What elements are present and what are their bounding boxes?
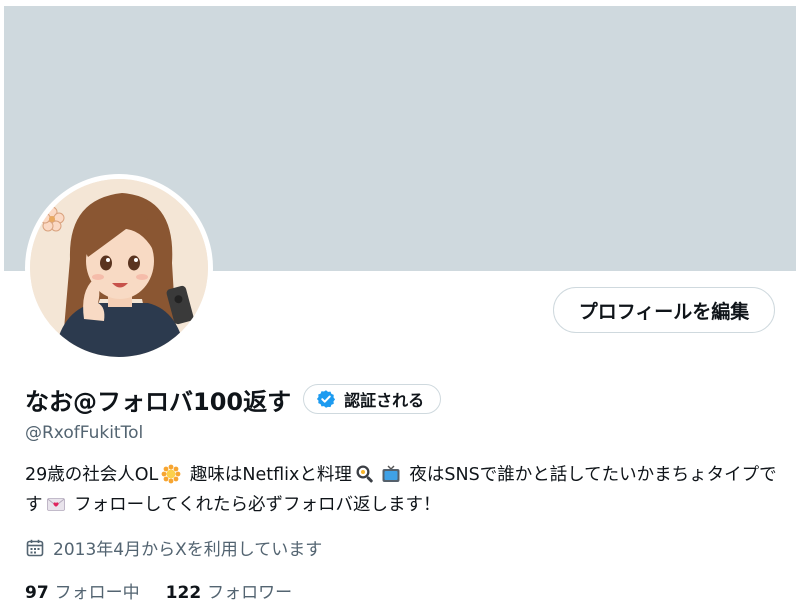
user-handle: @RxofFukitTol xyxy=(25,423,144,443)
name-row: なお@フォロバ100返す 認証される xyxy=(25,380,442,418)
get-verified-button[interactable]: 認証される xyxy=(303,384,442,414)
avatar-image xyxy=(30,179,208,357)
joined-date: 2013年4月からXを利用しています xyxy=(25,535,322,560)
followers-count: 122 xyxy=(165,583,202,603)
follow-stats: 97 フォロー中 122 フォロワー xyxy=(25,578,292,603)
following-count: 97 xyxy=(25,583,49,603)
get-verified-label: 認証される xyxy=(344,391,425,410)
love-letter-emoji-icon xyxy=(46,494,66,514)
following-label: フォロー中 xyxy=(54,583,140,603)
display-name: なお@フォロバ100返す xyxy=(25,387,292,416)
following-link[interactable]: 97 フォロー中 xyxy=(25,578,140,603)
edit-profile-button[interactable]: プロフィールを編集 xyxy=(553,287,775,333)
followers-link[interactable]: 122 フォロワー xyxy=(166,578,293,603)
television-emoji-icon xyxy=(381,464,401,484)
profile-avatar[interactable] xyxy=(25,174,213,362)
verified-badge-icon xyxy=(317,390,336,408)
bio-text-1: 29歳の社会人OL xyxy=(25,465,159,485)
followers-label: フォロワー xyxy=(207,583,293,603)
joined-text: 2013年4月からXを利用しています xyxy=(53,540,323,560)
profile-bio: 29歳の社会人OL 趣味はNetflixと料理 夜はSNSで誰かと話してたいかま… xyxy=(25,460,785,520)
calendar-icon xyxy=(26,539,44,556)
sun-emoji-icon xyxy=(161,464,181,484)
profile-page: プロフィールを編集 なお@フォロバ100返す 認証される @RxofFukitT… xyxy=(0,0,800,612)
bio-text-4: フォローしてくれたら必ずフォロバ返します！ xyxy=(68,495,441,515)
bio-text-2: 趣味はNetflixと料理 xyxy=(184,465,352,485)
frying-pan-emoji-icon xyxy=(355,464,375,484)
